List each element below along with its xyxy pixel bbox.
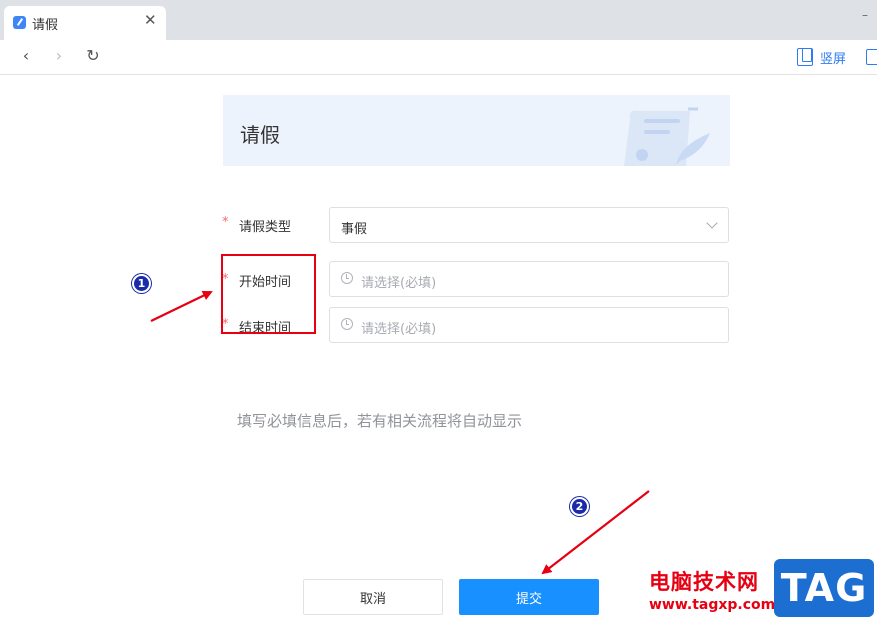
watermark-url: www.tagxp.com [649, 597, 776, 613]
watermark-tag-logo: TAG [774, 559, 874, 617]
leave-type-row: * 请假类型 事假 [222, 207, 732, 243]
step-badge-2: 2 [570, 497, 589, 516]
annotation-arrow-2 [541, 490, 650, 575]
external-open-icon[interactable] [866, 49, 877, 65]
forward-icon[interactable]: › [49, 46, 69, 66]
leave-type-value: 事假 [341, 222, 368, 237]
annotation-arrow-1 [150, 290, 213, 322]
cancel-button[interactable]: 取消 [303, 579, 443, 615]
form-header-banner: 请假 [223, 95, 730, 166]
browser-titlebar: 请假 ✕ – [0, 0, 877, 40]
end-time-picker[interactable]: 请选择(必填) [329, 307, 729, 343]
watermark-text: 电脑技术网 [649, 570, 759, 594]
start-time-placeholder: 请选择(必填) [361, 276, 437, 291]
chevron-down-icon [706, 217, 718, 229]
app-favicon-icon [13, 16, 26, 29]
leave-type-label: 请假类型 [239, 220, 292, 235]
page-title: 请假 [240, 123, 280, 147]
tab-close-icon[interactable]: ✕ [144, 11, 157, 29]
required-mark: * [222, 215, 229, 230]
document-quill-illustration-icon [624, 107, 710, 166]
clock-icon [341, 272, 353, 284]
end-time-placeholder: 请选择(必填) [361, 322, 437, 337]
browser-tab[interactable]: 请假 ✕ [4, 6, 166, 40]
leave-type-select[interactable]: 事假 [329, 207, 729, 243]
back-icon[interactable]: ‹ [16, 46, 36, 66]
portrait-mode-icon[interactable] [797, 48, 813, 66]
reload-icon[interactable]: ↻ [83, 46, 103, 66]
workflow-hint-text: 填写必填信息后，若有相关流程将自动显示 [237, 412, 523, 430]
annotation-highlight-box [221, 254, 316, 334]
clock-icon [341, 318, 353, 330]
submit-button[interactable]: 提交 [459, 579, 599, 615]
start-time-picker[interactable]: 请选择(必填) [329, 261, 729, 297]
browser-toolbar: ‹ › ↻ 竖屏 [0, 40, 877, 75]
tab-title: 请假 [32, 18, 59, 33]
minimize-icon[interactable]: – [862, 8, 874, 22]
step-badge-1: 1 [132, 274, 151, 293]
portrait-mode-button[interactable]: 竖屏 [820, 48, 846, 67]
